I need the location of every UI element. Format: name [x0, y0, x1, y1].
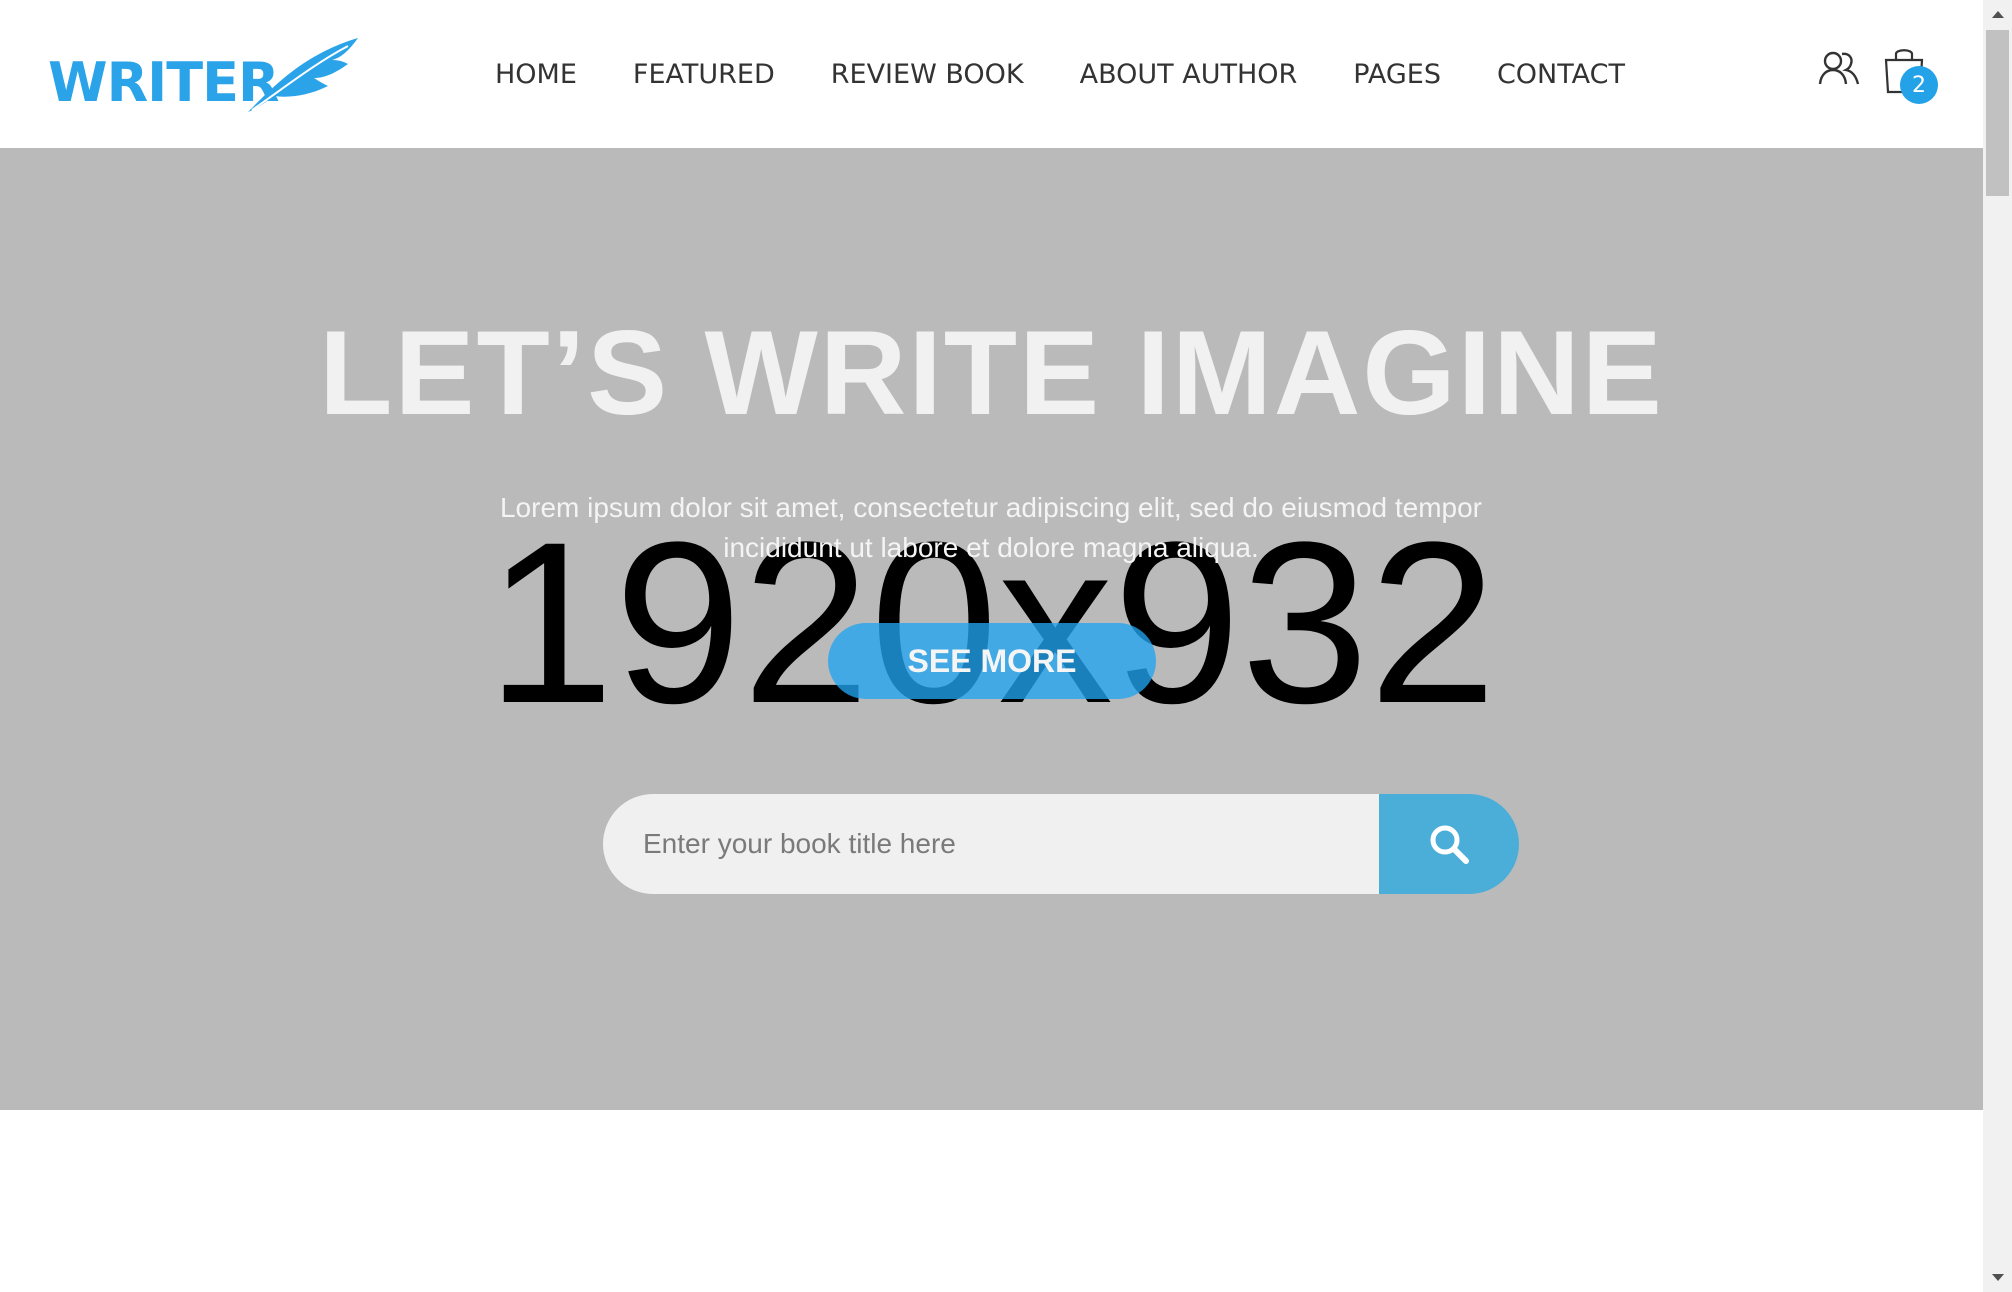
- hero-section: 1920x932 LET’S WRITE IMAGINE Lorem ipsum…: [0, 148, 1983, 1110]
- main-nav: HOME FEATURED REVIEW BOOK ABOUT AUTHOR P…: [495, 52, 1625, 96]
- nav-item-featured[interactable]: FEATURED: [633, 59, 775, 90]
- nav-item-review-book[interactable]: REVIEW BOOK: [831, 59, 1024, 90]
- page: WRITER HOME FEATURED REVIEW BOOK ABOUT A…: [0, 0, 1983, 1292]
- cart-count-badge: 2: [1900, 66, 1938, 104]
- book-search-form: [603, 794, 1519, 894]
- nav-item-about-author[interactable]: ABOUT AUTHOR: [1080, 59, 1298, 90]
- cart-button[interactable]: 2: [1882, 46, 1944, 108]
- feather-icon: [248, 38, 358, 112]
- site-header: WRITER HOME FEATURED REVIEW BOOK ABOUT A…: [0, 0, 1983, 148]
- book-search-input[interactable]: [603, 794, 1379, 894]
- see-more-button[interactable]: SEE MORE: [828, 623, 1156, 699]
- scroll-down-arrow[interactable]: [1983, 1264, 2012, 1292]
- search-icon: [1430, 825, 1469, 864]
- hero-subtitle: Lorem ipsum dolor sit amet, consectetur …: [499, 492, 1483, 563]
- scroll-up-arrow[interactable]: [1983, 0, 2012, 28]
- nav-item-contact[interactable]: CONTACT: [1497, 59, 1625, 90]
- scrollbar-thumb[interactable]: [1986, 30, 2009, 196]
- nav-item-home[interactable]: HOME: [495, 59, 577, 90]
- logo[interactable]: WRITER: [48, 36, 358, 116]
- hero-title: LET’S WRITE IMAGINE: [319, 306, 1664, 440]
- nav-item-pages[interactable]: PAGES: [1353, 59, 1441, 90]
- users-icon[interactable]: [1818, 50, 1860, 86]
- search-button[interactable]: [1379, 794, 1519, 894]
- vertical-scrollbar[interactable]: [1983, 0, 2012, 1292]
